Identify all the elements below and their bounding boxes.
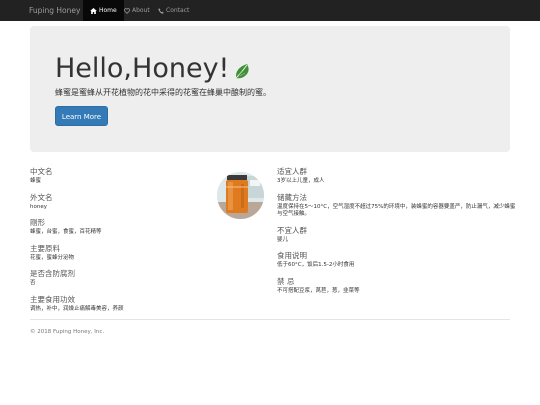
nav-about[interactable]: About — [124, 0, 150, 21]
alias-value: 蜂蜜，台蜜，食蜜，百花精等 — [30, 229, 102, 235]
main-ingredients-heading: 主要原料 — [30, 243, 60, 253]
info-left-column: 中文名 蜂蜜 外文名 honey 剛形 蜂蜜，台蜜，食蜜，百花精等 主要原料 花… — [30, 166, 210, 319]
hero-subtitle: 蜂蜜是蜜蜂从开花植物的花中采得的花蜜在蜂巢中酿制的蜜。 — [55, 88, 271, 97]
taboo-heading: 禁 忌 — [277, 276, 295, 286]
unsuitable-people-heading: 不宜人群 — [277, 225, 307, 235]
nav-contact-label: Contact — [166, 7, 190, 14]
phone-icon — [158, 7, 164, 14]
alias-heading: 剛形 — [30, 218, 45, 227]
storage-value: 温度保持在5～10°C，空气湿度不超过75%的环境中，装蜂蜜的容器要盖严，防止漏… — [277, 203, 516, 218]
foreign-name-heading: 外文名 — [30, 192, 53, 202]
usage-heading: 食用说明 — [277, 251, 307, 260]
main-effects-heading: 主要食用功效 — [30, 294, 75, 304]
taboo-value: 不可搭配豆浆，莴苣，葱，韭菜等 — [277, 287, 360, 294]
preservative-heading: 是否含防腐剂 — [30, 269, 75, 278]
navbar: Fuping Honey Home About Contact — [0, 0, 540, 21]
info-right-column: 适宜人群 3岁以上儿童，成人 储藏方法 温度保持在5～10°C，空气湿度不超过7… — [277, 166, 517, 301]
hero-jumbotron: Hello,Honey! 蜂蜜是蜜蜂从开花植物的花中采得的花蜜在蜂巢中酿制的蜜。… — [30, 26, 510, 152]
suitable-people-value: 3岁以上儿童，成人 — [277, 178, 325, 184]
chinese-name-value: 蜂蜜 — [30, 178, 42, 184]
honey-jar-illustration — [217, 172, 264, 219]
brand-link[interactable]: Fuping Honey — [29, 0, 80, 21]
main-effects-value: 调热，补中，润燥止痛解毒美容，养颜 — [30, 305, 124, 312]
leaf-icon — [236, 63, 249, 78]
home-icon — [90, 7, 97, 14]
nav-about-label: About — [132, 7, 150, 14]
honey-jar-image — [217, 172, 264, 219]
heart-icon — [124, 7, 130, 14]
nav-contact[interactable]: Contact — [158, 0, 189, 21]
footer-copyright: © 2018 Fuping Honey, Inc. — [30, 329, 105, 335]
footer-divider — [30, 319, 510, 320]
unsuitable-people-value: 婴儿 — [277, 236, 289, 243]
chinese-name-heading: 中文名 — [30, 167, 53, 176]
hero-title-row: Hello,Honey! — [55, 52, 253, 85]
main-ingredients-value: 花蜜，蜜蜂分泌物 — [30, 254, 75, 261]
nav-home[interactable]: Home — [83, 0, 124, 21]
nav-home-label: Home — [99, 7, 117, 14]
storage-heading: 储藏方法 — [277, 192, 307, 202]
suitable-people-heading: 适宜人群 — [277, 167, 307, 176]
usage-value: 低于60°C，饭后1.5-2小时食用 — [277, 262, 355, 268]
foreign-name-value: honey — [30, 203, 47, 210]
preservative-value: 否 — [30, 280, 36, 286]
learn-more-button[interactable]: Learn More — [55, 106, 108, 126]
hero-title: Hello,Honey! — [55, 53, 230, 84]
